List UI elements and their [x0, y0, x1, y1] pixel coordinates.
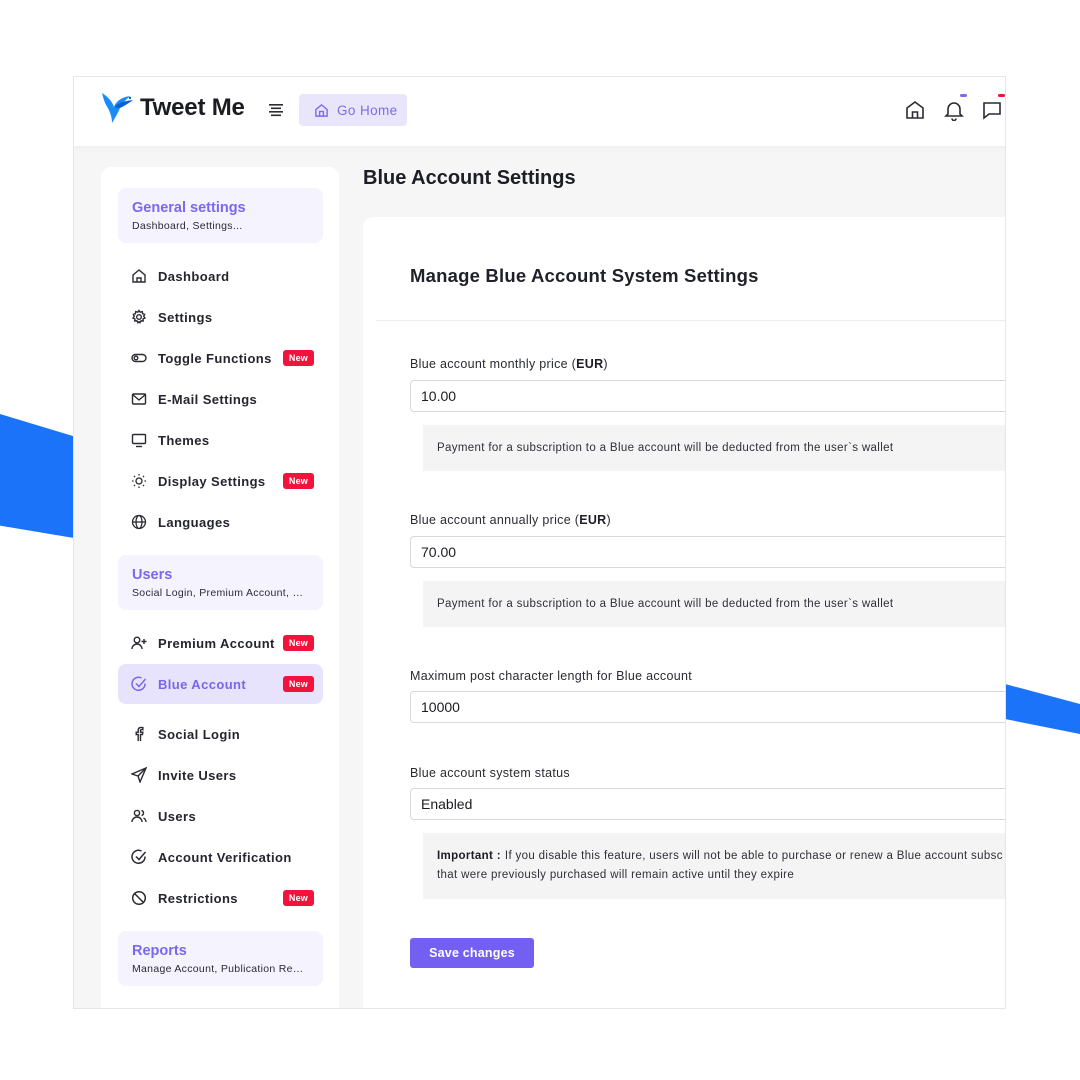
message-dot — [998, 94, 1005, 97]
sidebar-item-premium-account[interactable]: Premium Account New — [118, 623, 323, 663]
facebook-icon — [135, 726, 144, 741]
sidebar-item-label: Dashboard — [158, 268, 230, 284]
users-icon — [131, 809, 147, 823]
new-badge: New — [282, 473, 314, 489]
decorative-stripe-left — [0, 414, 74, 538]
sidebar-group-users[interactable]: Users Social Login, Premium Account, Use… — [118, 555, 323, 610]
group-title: General settings — [132, 200, 246, 216]
sidebar-item-display-settings[interactable]: Display Settings New — [118, 461, 323, 501]
app-name: Tweet Me — [140, 94, 245, 121]
home-icon[interactable] — [904, 99, 926, 121]
annual-price-input[interactable]: 70.00 — [410, 536, 1005, 568]
app-logo[interactable]: Tweet Me — [100, 91, 245, 125]
home-icon — [315, 103, 328, 117]
sidebar-item-blue-account[interactable]: Blue Account New — [118, 664, 323, 704]
verify-icon — [131, 849, 147, 864]
max-post-length-label: Maximum post character length for Blue a… — [410, 669, 692, 683]
sidebar-item-languages[interactable]: Languages — [118, 502, 323, 542]
sun-icon — [132, 474, 146, 488]
sidebar-item-invite-users[interactable]: Invite Users — [118, 755, 323, 795]
sidebar-item-label: E-Mail Settings — [158, 391, 258, 407]
system-status-hint: Important : If you disable this feature, … — [423, 833, 1005, 899]
go-home-button[interactable]: Go Home — [299, 94, 407, 126]
sidebar-item-label: Invite Users — [158, 767, 237, 783]
sidebar-item-dashboard[interactable]: Dashboard — [118, 256, 323, 296]
sidebar-item-label: Restrictions — [158, 890, 238, 906]
monthly-price-hint: Payment for a subscription to a Blue acc… — [423, 425, 1005, 471]
app-window: Tweet Me Go Home General settings Dashbo… — [73, 76, 1006, 1009]
sidebar-item-label: Premium Account — [158, 635, 275, 651]
sidebar-item-label: Settings — [158, 309, 213, 325]
annual-price-hint: Payment for a subscription to a Blue acc… — [423, 581, 1005, 627]
sidebar-item-label: Languages — [158, 514, 231, 530]
sidebar: General settings Dashboard, Settings... … — [101, 167, 339, 1008]
card-title: Manage Blue Account System Settings — [410, 265, 759, 286]
notification-dot — [960, 94, 967, 97]
page-title: Blue Account Settings — [363, 167, 576, 189]
system-status-select[interactable]: Enabled — [410, 788, 1005, 820]
toggle-icon — [131, 353, 147, 363]
send-icon — [131, 767, 147, 783]
new-badge: New — [282, 350, 314, 366]
gear-icon — [131, 309, 147, 324]
go-home-label: Go Home — [337, 102, 398, 118]
group-subtitle: Social Login, Premium Account, Users... — [132, 587, 309, 599]
divider — [376, 320, 1005, 321]
chat-icon[interactable] — [981, 99, 1003, 121]
bell-icon[interactable] — [943, 99, 965, 121]
sidebar-item-social-login[interactable]: Social Login — [118, 714, 323, 754]
system-status-label: Blue account system status — [410, 766, 570, 780]
menu-icon[interactable] — [268, 103, 284, 117]
sidebar-item-label: Users — [158, 808, 197, 824]
sidebar-item-restrictions[interactable]: Restrictions New — [118, 878, 323, 918]
save-changes-button[interactable]: Save changes — [410, 938, 534, 968]
check-circle-icon — [131, 676, 147, 691]
group-title: Users — [132, 567, 173, 583]
mail-icon — [131, 393, 147, 405]
globe-icon — [131, 514, 147, 530]
new-badge: New — [282, 635, 314, 651]
sidebar-item-label: Social Login — [158, 726, 241, 742]
group-title: Reports — [132, 943, 187, 959]
sidebar-item-themes[interactable]: Themes — [118, 420, 323, 460]
sidebar-group-general[interactable]: General settings Dashboard, Settings... — [118, 188, 323, 243]
sidebar-item-settings[interactable]: Settings — [118, 297, 323, 337]
settings-card: Manage Blue Account System Settings Blue… — [363, 217, 1005, 1008]
new-badge: New — [282, 890, 314, 906]
top-bar: Tweet Me Go Home — [74, 77, 1005, 146]
max-post-length-input[interactable]: 10000 — [410, 691, 1005, 723]
sidebar-item-label: Account Verification — [158, 849, 292, 865]
decorative-stripe-right — [1005, 684, 1080, 734]
bird-logo-icon — [102, 93, 133, 123]
monthly-price-label: Blue account monthly price (EUR) — [410, 357, 608, 371]
monitor-icon — [131, 433, 147, 448]
important-label: Important : — [437, 850, 501, 862]
new-badge: New — [282, 676, 314, 692]
sidebar-group-reports[interactable]: Reports Manage Account, Publication Repo… — [118, 931, 323, 986]
user-plus-icon — [131, 636, 147, 650]
ban-icon — [131, 890, 147, 906]
group-subtitle: Dashboard, Settings... — [132, 220, 243, 232]
monthly-price-input[interactable]: 10.00 — [410, 380, 1005, 412]
sidebar-item-label: Display Settings — [158, 473, 266, 489]
sidebar-item-toggle-functions[interactable]: Toggle Functions New — [118, 338, 323, 378]
sidebar-item-users[interactable]: Users — [118, 796, 323, 836]
home-icon — [132, 269, 146, 283]
group-subtitle: Manage Account, Publication Reports... — [132, 963, 309, 975]
sidebar-item-label: Themes — [158, 432, 210, 448]
sidebar-item-label: Toggle Functions — [158, 350, 272, 366]
annual-price-label: Blue account annually price (EUR) — [410, 513, 611, 527]
sidebar-item-label: Blue Account — [158, 676, 247, 692]
sidebar-item-email-settings[interactable]: E-Mail Settings — [118, 379, 323, 419]
sidebar-item-account-verification[interactable]: Account Verification — [118, 837, 323, 877]
